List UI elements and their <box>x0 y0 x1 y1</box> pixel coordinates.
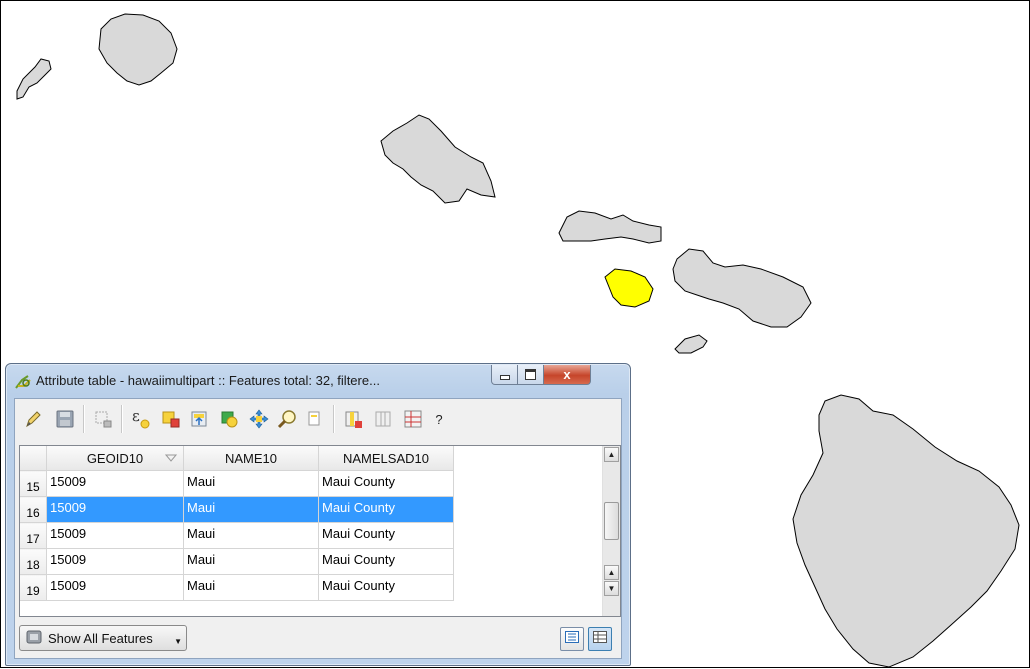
show-all-features-dropdown[interactable]: Show All Features ▼ <box>19 625 187 651</box>
minimize-button[interactable] <box>491 365 518 385</box>
window-titlebar[interactable]: Attribute table - hawaiimultipart :: Fea… <box>6 364 630 398</box>
maximize-button[interactable] <box>517 365 544 385</box>
column-header-label: GEOID10 <box>86 450 144 466</box>
cell-geoid10[interactable]: 15009 <box>46 574 184 601</box>
cell-geoid10[interactable]: 15009 <box>46 496 184 523</box>
column-header-geoid10[interactable]: GEOID10 <box>46 446 184 471</box>
column-header-label: NAMELSAD10 <box>343 450 429 466</box>
field-calculator-icon[interactable] <box>401 407 425 431</box>
chevron-down-icon: ▼ <box>174 637 182 646</box>
attribute-table-window[interactable]: Attribute table - hawaiimultipart :: Fea… <box>5 363 631 666</box>
scrollbar-thumb[interactable] <box>604 502 619 540</box>
corner-header[interactable] <box>20 446 47 471</box>
vertical-scrollbar[interactable]: ▲ ▲ ▼ <box>602 446 620 616</box>
row-number[interactable]: 19 <box>20 574 47 601</box>
toolbar-separator <box>83 405 85 433</box>
window-client-area: ε ? GEOID10 NAME10 NAMELSAD10 15 15009 M… <box>14 398 622 659</box>
toolbar-separator <box>333 405 335 433</box>
cell-name10[interactable]: Maui <box>183 522 319 549</box>
new-column-icon[interactable] <box>371 407 395 431</box>
column-header-name10[interactable]: NAME10 <box>183 446 319 471</box>
row-number[interactable]: 16 <box>20 496 47 523</box>
table-row[interactable]: 19 15009 Maui Maui County <box>20 574 454 601</box>
table-view-button[interactable] <box>588 627 612 651</box>
cell-namelsad10[interactable]: Maui County <box>318 470 454 497</box>
select-by-expression-icon[interactable]: ε <box>129 407 153 431</box>
cell-name10[interactable]: Maui <box>183 574 319 601</box>
svg-text:ε: ε <box>132 408 140 425</box>
table-row[interactable]: 17 15009 Maui Maui County <box>20 522 454 549</box>
cell-name10[interactable]: Maui <box>183 470 319 497</box>
row-number[interactable]: 17 <box>20 522 47 549</box>
filter-icon <box>26 630 42 647</box>
sort-indicator-icon <box>164 450 178 465</box>
close-icon: x <box>563 367 571 382</box>
delete-selected-icon[interactable] <box>91 407 115 431</box>
table-view-icon <box>593 630 607 648</box>
move-selection-to-top-icon[interactable] <box>187 407 211 431</box>
maui-icon[interactable] <box>672 248 812 328</box>
form-view-button[interactable] <box>560 627 584 651</box>
oahu-icon[interactable] <box>380 114 496 204</box>
qgis-logo-icon <box>14 374 32 390</box>
cell-geoid10[interactable]: 15009 <box>46 522 184 549</box>
attribute-grid[interactable]: GEOID10 NAME10 NAMELSAD10 15 15009 Maui … <box>19 445 621 617</box>
column-header-namelsad10[interactable]: NAMELSAD10 <box>318 446 454 471</box>
unselect-all-icon[interactable] <box>159 407 183 431</box>
minimize-icon <box>499 375 510 380</box>
maximize-icon <box>525 369 536 380</box>
toolbar-separator <box>121 405 123 433</box>
delete-column-icon[interactable] <box>341 407 365 431</box>
lanai-icon[interactable] <box>604 268 654 308</box>
cell-namelsad10[interactable]: Maui County <box>318 574 454 601</box>
filter-label: Show All Features <box>48 630 153 646</box>
attribute-table: GEOID10 NAME10 NAMELSAD10 15 15009 Maui … <box>20 446 454 601</box>
invert-selection-icon[interactable] <box>217 407 241 431</box>
save-edits-icon[interactable] <box>53 407 77 431</box>
table-row[interactable]: 18 15009 Maui Maui County <box>20 548 454 575</box>
form-view-icon <box>565 630 579 648</box>
column-header-label: NAME10 <box>224 450 278 466</box>
scroll-up-arrow-icon[interactable]: ▲ <box>604 447 619 462</box>
row-number[interactable]: 15 <box>20 470 47 497</box>
hawaii-big-island-icon[interactable] <box>792 394 1020 668</box>
zoom-to-selection-icon[interactable] <box>275 407 299 431</box>
cell-geoid10[interactable]: 15009 <box>46 470 184 497</box>
table-row[interactable]: 15 15009 Maui Maui County <box>20 470 454 497</box>
copy-selected-icon[interactable] <box>303 407 327 431</box>
pan-to-selection-icon[interactable] <box>247 407 271 431</box>
cell-namelsad10[interactable]: Maui County <box>318 496 454 523</box>
cell-namelsad10[interactable]: Maui County <box>318 522 454 549</box>
table-row-selected[interactable]: 16 15009 Maui Maui County <box>20 496 454 523</box>
cell-namelsad10[interactable]: Maui County <box>318 548 454 575</box>
scroll-down-arrow-icon[interactable]: ▼ <box>604 581 619 596</box>
kahoolawe-icon[interactable] <box>674 334 708 354</box>
scroll-up-arrow-icon[interactable]: ▲ <box>604 565 619 580</box>
edit-pencil-icon[interactable] <box>21 407 45 431</box>
window-title: Attribute table - hawaiimultipart :: Fea… <box>36 373 380 388</box>
molokai-icon[interactable] <box>558 210 662 244</box>
cell-name10[interactable]: Maui <box>183 548 319 575</box>
niihau-icon[interactable] <box>16 58 52 100</box>
cell-geoid10[interactable]: 15009 <box>46 548 184 575</box>
kauai-icon[interactable] <box>98 13 178 86</box>
attribute-toolbar: ε ? <box>15 399 621 439</box>
help-button[interactable]: ? <box>427 407 451 431</box>
row-number[interactable]: 18 <box>20 548 47 575</box>
close-button[interactable]: x <box>543 365 591 385</box>
cell-name10[interactable]: Maui <box>183 496 319 523</box>
header-row: GEOID10 NAME10 NAMELSAD10 <box>20 446 454 471</box>
bottom-bar: Show All Features ▼ <box>15 619 621 659</box>
